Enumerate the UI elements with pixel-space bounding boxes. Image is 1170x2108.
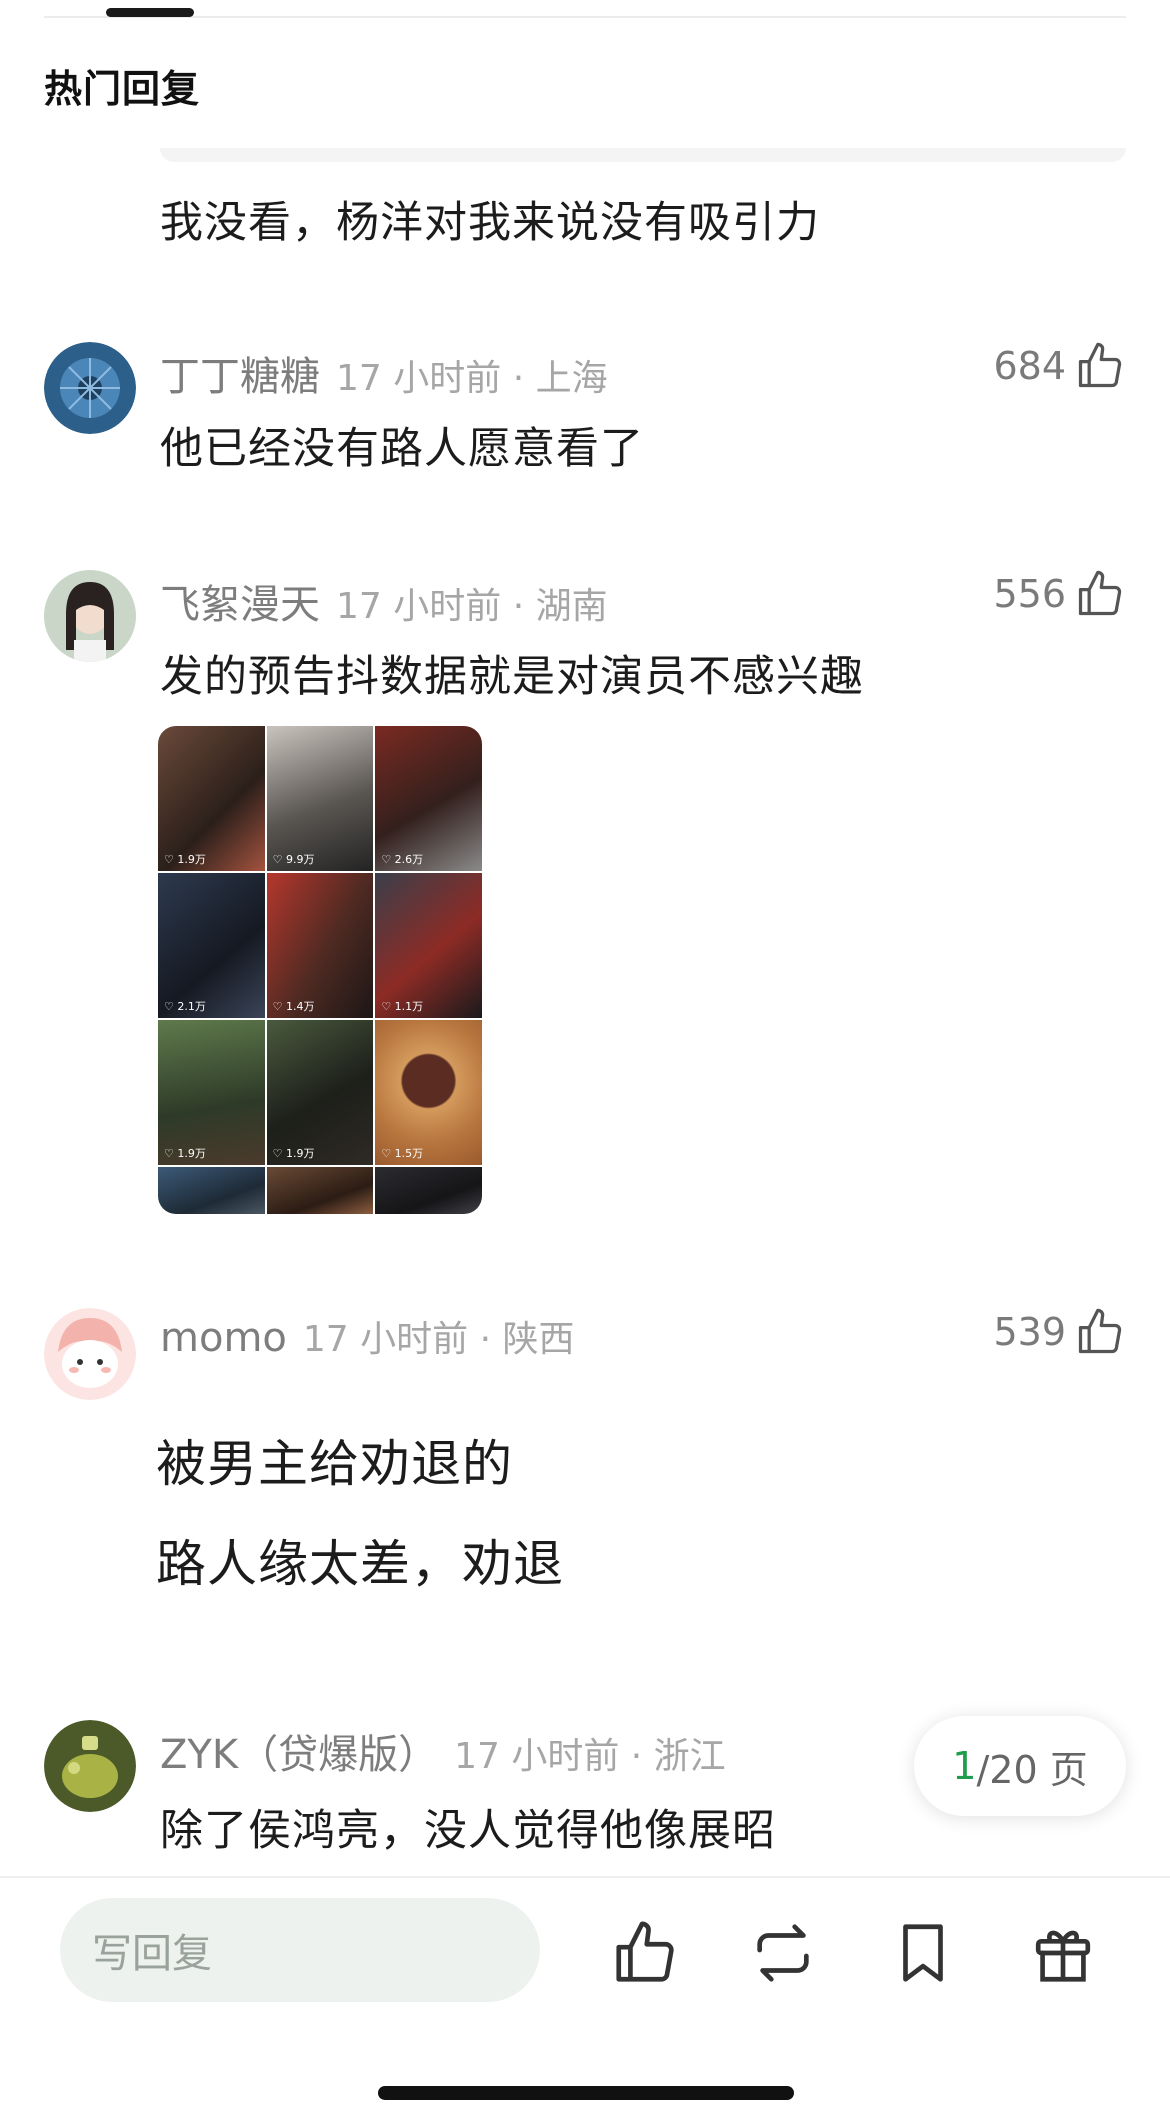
image-thumbnail[interactable]	[375, 1167, 482, 1214]
username[interactable]: 丁丁糖糖	[160, 354, 320, 400]
comment-text: 他已经没有路人愿意看了	[160, 424, 644, 474]
username[interactable]: momo	[160, 1315, 287, 1361]
avatar[interactable]	[44, 342, 136, 434]
current-page: 1	[952, 1744, 977, 1788]
image-thumbnail[interactable]: ♡ 2.6万	[375, 726, 482, 871]
time-location: 17 小时前 · 浙江	[454, 1736, 726, 1777]
thumbnail-stat: ♡ 1.4万	[272, 1000, 315, 1013]
quoted-reply-text: 我没看，杨洋对我来说没有吸引力	[160, 198, 820, 248]
thumbnail-stat: ♡ 1.5万	[381, 1147, 424, 1160]
username[interactable]: ZYK（贷爆版）	[160, 1732, 438, 1778]
time-location: 17 小时前 · 上海	[336, 358, 608, 399]
image-thumbnail[interactable]	[158, 1167, 265, 1214]
comment-text: 被男主给劝退的	[156, 1435, 513, 1493]
repost-icon[interactable]	[748, 1918, 818, 1988]
comment-meta: momo 17 小时前 · 陕西	[160, 1310, 574, 1362]
image-thumbnail[interactable]: ♡ 1.9万	[158, 726, 265, 871]
page-indicator[interactable]: 1/20 页	[914, 1716, 1126, 1816]
comment-text: 路人缘太差，劝退	[156, 1535, 564, 1593]
like-count: 556	[993, 572, 1066, 616]
thumbs-up-icon	[1078, 570, 1122, 616]
comment-meta: 丁丁糖糖 17 小时前 · 上海	[160, 344, 608, 402]
like-button[interactable]: 556	[993, 568, 1126, 620]
gift-icon[interactable]	[1028, 1918, 1098, 1988]
like-button[interactable]: 539	[993, 1306, 1126, 1358]
time-location: 17 小时前 · 湖南	[336, 586, 608, 627]
reply-input[interactable]: 写回复	[60, 1898, 540, 2002]
thumbnail-stat: ♡ 9.9万	[272, 853, 315, 866]
thumbnail-stat: ♡ 2.1万	[164, 1000, 206, 1013]
bookmark-icon[interactable]	[888, 1918, 958, 1988]
thumbnail-stat: ♡ 1.9万	[164, 853, 206, 866]
avatar[interactable]	[44, 1308, 136, 1400]
image-thumbnail[interactable]: ♡ 1.4万	[266, 873, 374, 1018]
image-thumbnail[interactable]: ♡ 2.1万	[158, 873, 265, 1018]
thumbnail-stat: ♡ 1.1万	[381, 1000, 424, 1013]
time-location: 17 小时前 · 陕西	[302, 1319, 575, 1360]
bottom-action-bar: 写回复	[0, 1876, 1170, 2108]
image-thumbnail[interactable]	[266, 1167, 374, 1214]
comment-meta: ZYK（贷爆版） 17 小时前 · 浙江	[160, 1722, 726, 1780]
thumbs-up-icon	[1078, 1308, 1122, 1354]
image-thumbnail[interactable]: ♡ 1.9万	[158, 1020, 265, 1165]
home-indicator	[378, 2086, 794, 2100]
like-count: 539	[993, 1310, 1066, 1354]
comment-text: 除了侯鸿亮，没人觉得他像展昭	[160, 1806, 776, 1856]
tab-indicator	[106, 8, 194, 17]
image-thumbnail[interactable]: ♡ 1.9万	[266, 1020, 374, 1165]
comment-meta: 飞絮漫天 17 小时前 · 湖南	[160, 572, 608, 630]
username[interactable]: 飞絮漫天	[160, 582, 320, 628]
like-count: 684	[993, 344, 1066, 388]
quote-strip	[160, 148, 1126, 162]
image-thumbnail[interactable]: ♡ 1.5万	[375, 1020, 482, 1165]
top-divider	[44, 16, 1126, 18]
thumbnail-stat: ♡ 1.9万	[272, 1147, 315, 1160]
image-thumbnail[interactable]: ♡ 1.1万	[375, 873, 482, 1018]
avatar[interactable]	[44, 570, 136, 662]
thumbs-up-icon	[1078, 342, 1122, 388]
avatar[interactable]	[44, 1720, 136, 1812]
section-title: 热门回复	[44, 67, 201, 111]
image-thumbnail[interactable]: ♡ 9.9万	[266, 726, 374, 871]
total-pages: /20 页	[976, 1747, 1088, 1792]
thumbnail-stat: ♡ 1.9万	[164, 1147, 206, 1160]
like-button[interactable]: 684	[993, 340, 1126, 392]
thumbnail-stat: ♡ 2.6万	[381, 853, 424, 866]
comment-text: 发的预告抖数据就是对演员不感兴趣	[160, 652, 864, 702]
thumbs-up-icon[interactable]	[610, 1918, 680, 1988]
comment-image-grid[interactable]: ♡ 1.9万 ♡ 9.9万 ♡ 2.6万 ♡ 2.1万 ♡ 1.4万 ♡ 1.1…	[158, 726, 482, 1214]
